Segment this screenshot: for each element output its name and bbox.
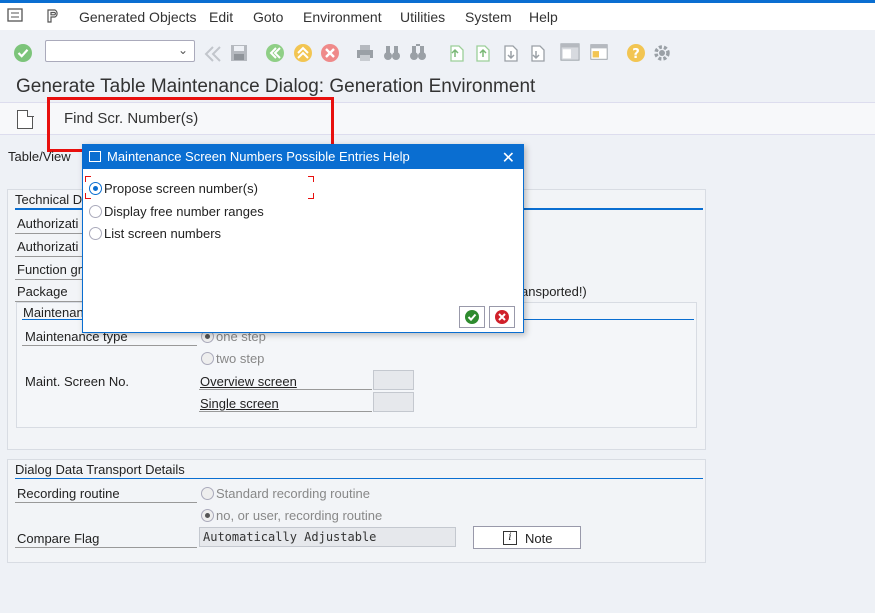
function-group-label: Function gr xyxy=(17,262,83,277)
menu-goto[interactable]: Goto xyxy=(253,9,283,25)
recording-routine-label: Recording routine xyxy=(17,486,120,501)
menu-edit[interactable]: Edit xyxy=(209,9,233,25)
cancel-icon[interactable] xyxy=(320,43,340,63)
compare-flag-value: Automatically Adjustable xyxy=(203,530,377,544)
possible-entries-dialog: Maintenance Screen Numbers Possible Entr… xyxy=(82,144,524,333)
back-nav-icon[interactable] xyxy=(265,43,285,63)
compare-flag-label: Compare Flag xyxy=(17,531,100,546)
menu-utilities[interactable]: Utilities xyxy=(400,9,445,25)
back-icon[interactable] xyxy=(203,44,223,64)
cancel-dialog-button[interactable] xyxy=(489,306,515,328)
list-screens-radio[interactable] xyxy=(89,227,102,240)
group-title-underline xyxy=(15,478,703,479)
enter-icon[interactable] xyxy=(13,43,33,63)
menu-system[interactable]: System xyxy=(465,9,512,25)
list-screens-label: List screen numbers xyxy=(104,226,222,241)
standard-routine-radio[interactable] xyxy=(201,487,214,500)
field-divider xyxy=(15,502,197,503)
maintenance-screens-title: Maintenan xyxy=(23,305,84,320)
display-ranges-label: Display free number ranges xyxy=(104,204,264,219)
menu-bar: Generated Objects Edit Goto Environment … xyxy=(0,3,875,30)
single-screen-label: Single screen xyxy=(200,396,279,411)
help-icon[interactable]: ? xyxy=(626,43,646,63)
propose-screen-radio[interactable] xyxy=(89,182,102,195)
field-divider xyxy=(199,411,372,412)
focus-corner xyxy=(308,176,314,182)
last-page-icon[interactable] xyxy=(527,43,547,63)
svg-text:?: ? xyxy=(632,47,640,62)
settings-icon[interactable] xyxy=(652,43,672,63)
layout-icon[interactable] xyxy=(560,42,580,62)
command-field[interactable]: ⌄ xyxy=(45,40,195,62)
check-icon xyxy=(465,310,479,324)
no-routine-radio[interactable] xyxy=(201,509,214,522)
menu-environment[interactable]: Environment xyxy=(303,9,382,25)
focus-corner xyxy=(308,193,314,199)
package-note-text: ansported!) xyxy=(521,284,587,299)
field-divider xyxy=(199,389,372,390)
document-icon[interactable] xyxy=(17,109,34,129)
dialog-title-bar: Maintenance Screen Numbers Possible Entr… xyxy=(83,145,523,169)
two-step-label: two step xyxy=(216,351,265,366)
next-page-icon[interactable] xyxy=(500,43,520,63)
find-icon[interactable] xyxy=(382,43,402,63)
transport-details-title: Dialog Data Transport Details xyxy=(15,462,185,477)
compare-flag-field[interactable]: Automatically Adjustable xyxy=(199,527,456,547)
focus-corner xyxy=(85,176,91,182)
print-icon[interactable] xyxy=(355,43,375,63)
note-button-label: Note xyxy=(525,531,553,546)
overview-screen-field[interactable] xyxy=(373,370,414,390)
dialog-title: Maintenance Screen Numbers Possible Entr… xyxy=(107,149,410,164)
menu-generated-objects[interactable]: Generated Objects xyxy=(79,9,197,25)
overview-screen-label: Overview screen xyxy=(200,374,297,389)
display-ranges-radio[interactable] xyxy=(89,205,102,218)
menu-help[interactable]: Help xyxy=(529,9,558,25)
info-icon: i xyxy=(503,531,517,545)
focus-corner xyxy=(85,193,91,199)
system-menu-icon[interactable] xyxy=(45,8,61,24)
prev-page-icon[interactable] xyxy=(472,43,492,63)
standard-routine-label: Standard recording routine xyxy=(216,486,370,501)
chevron-down-icon[interactable]: ⌄ xyxy=(178,43,188,57)
package-label: Package xyxy=(17,284,68,299)
table-view-label: Table/View xyxy=(8,149,71,164)
authorization-object-label: Authorizati xyxy=(17,239,79,254)
field-divider xyxy=(15,547,197,548)
two-step-radio[interactable] xyxy=(201,352,214,365)
maint-screen-no-label: Maint. Screen No. xyxy=(25,374,130,389)
find-next-icon[interactable] xyxy=(408,43,428,63)
exit-icon[interactable] xyxy=(293,43,313,63)
new-session-icon[interactable] xyxy=(589,42,609,62)
close-icon[interactable]: ✕ xyxy=(502,148,515,168)
single-screen-field[interactable] xyxy=(373,392,414,412)
cancel-icon xyxy=(495,310,509,324)
field-divider xyxy=(22,345,197,346)
authorization-group-label: Authorizati xyxy=(17,216,79,231)
standard-toolbar: ⌄ ? xyxy=(0,30,875,72)
page-title: Generate Table Maintenance Dialog: Gener… xyxy=(16,76,536,97)
menu-icon[interactable] xyxy=(7,8,23,22)
dialog-system-icon[interactable] xyxy=(89,151,101,162)
note-button[interactable]: i Note xyxy=(473,526,581,549)
first-page-icon[interactable] xyxy=(446,43,466,63)
no-routine-label: no, or user, recording routine xyxy=(216,508,383,523)
propose-screen-label: Propose screen number(s) xyxy=(104,181,258,196)
confirm-button[interactable] xyxy=(459,306,485,328)
technical-details-title: Technical D xyxy=(15,192,83,207)
save-icon[interactable] xyxy=(229,43,249,63)
